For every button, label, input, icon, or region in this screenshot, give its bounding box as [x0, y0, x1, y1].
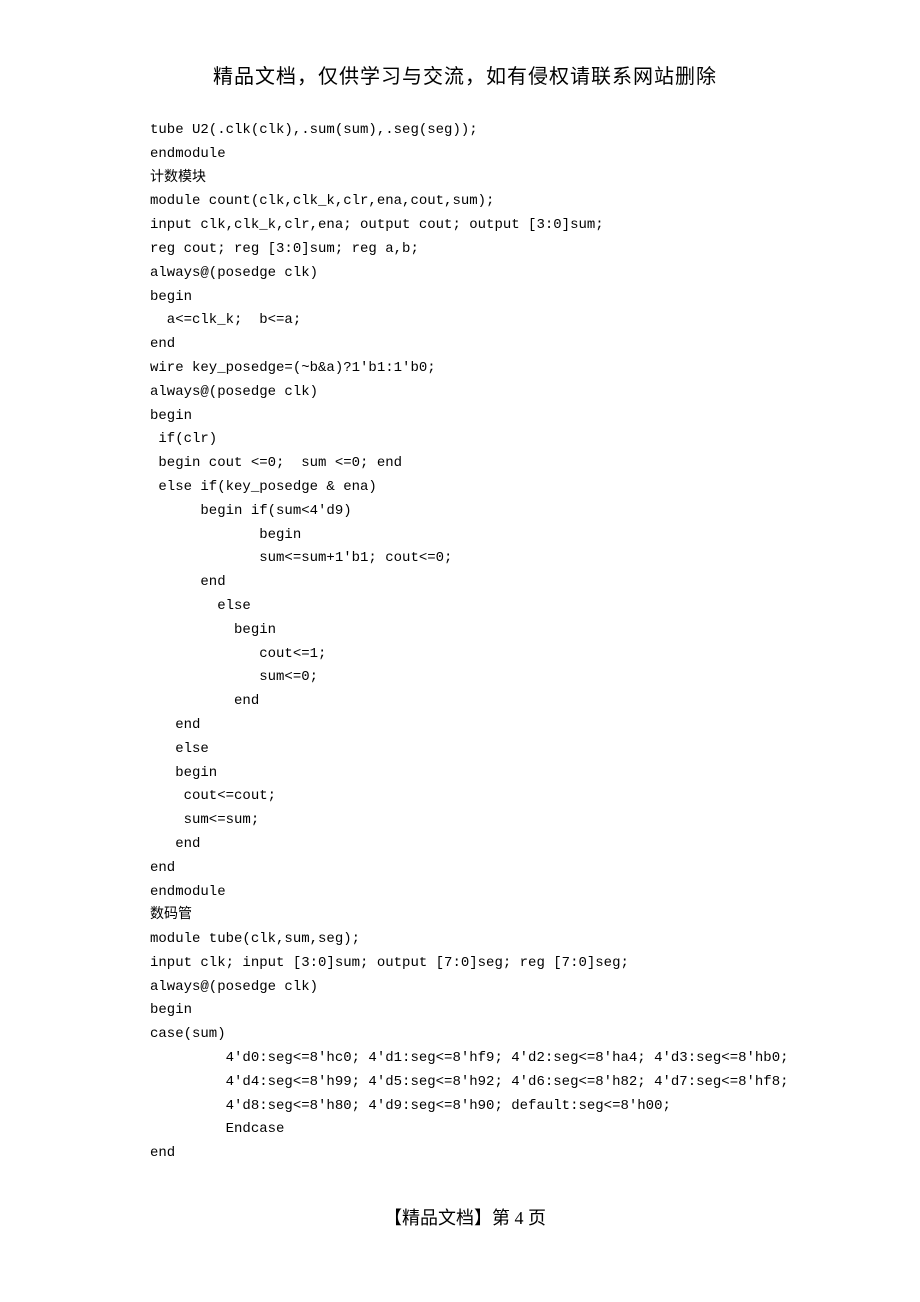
code-line: endmodule — [150, 146, 226, 162]
code-line: 4'd4:seg<=8'h99; 4'd5:seg<=8'h92; 4'd6:s… — [150, 1074, 789, 1090]
code-line: reg cout; reg [3:0]sum; reg a,b; — [150, 241, 419, 257]
code-line: sum<=sum; — [150, 812, 259, 828]
code-line: module tube(clk,sum,seg); — [150, 931, 360, 947]
code-content: tube U2(.clk(clk),.sum(sum),.seg(seg)); … — [150, 119, 780, 1166]
code-line: case(sum) — [150, 1026, 226, 1042]
code-line: else — [150, 741, 209, 757]
code-line: end — [150, 836, 200, 852]
code-line: end — [150, 693, 259, 709]
code-line: begin cout <=0; sum <=0; end — [150, 455, 402, 471]
code-line: always@(posedge clk) — [150, 979, 318, 995]
code-line: else if(key_posedge & ena) — [150, 479, 377, 495]
page-footer: 【精品文档】第 4 页 — [150, 1204, 780, 1230]
code-line: begin — [150, 289, 192, 305]
code-line: end — [150, 717, 200, 733]
code-line: cout<=cout; — [150, 788, 276, 804]
code-line: sum<=sum+1'b1; cout<=0; — [150, 550, 452, 566]
code-line: 计数模块 — [150, 170, 206, 186]
code-line: a<=clk_k; b<=a; — [150, 312, 301, 328]
code-line: end — [150, 860, 175, 876]
code-line: end — [150, 1145, 175, 1161]
code-line: else — [150, 598, 251, 614]
code-line: sum<=0; — [150, 669, 318, 685]
code-line: always@(posedge clk) — [150, 265, 318, 281]
code-line: 4'd0:seg<=8'hc0; 4'd1:seg<=8'hf9; 4'd2:s… — [150, 1050, 789, 1066]
code-line: input clk,clk_k,clr,ena; output cout; ou… — [150, 217, 604, 233]
code-line: wire key_posedge=(~b&a)?1'b1:1'b0; — [150, 360, 436, 376]
code-line: tube U2(.clk(clk),.sum(sum),.seg(seg)); — [150, 122, 478, 138]
code-line: begin — [150, 622, 276, 638]
code-line: begin if(sum<4'd9) — [150, 503, 352, 519]
code-line: endmodule — [150, 884, 226, 900]
code-line: begin — [150, 408, 192, 424]
code-line: Endcase — [150, 1121, 284, 1137]
code-line: end — [150, 336, 175, 352]
code-line: 4'd8:seg<=8'h80; 4'd9:seg<=8'h90; defaul… — [150, 1098, 671, 1114]
code-line: module count(clk,clk_k,clr,ena,cout,sum)… — [150, 193, 494, 209]
code-line: begin — [150, 1002, 192, 1018]
code-line: cout<=1; — [150, 646, 326, 662]
code-line: if(clr) — [150, 431, 217, 447]
document-page: 精品文档，仅供学习与交流，如有侵权请联系网站删除 tube U2(.clk(cl… — [0, 0, 920, 1270]
code-line: always@(posedge clk) — [150, 384, 318, 400]
code-line: begin — [150, 765, 217, 781]
code-line: end — [150, 574, 226, 590]
document-header: 精品文档，仅供学习与交流，如有侵权请联系网站删除 — [150, 60, 780, 89]
code-line: input clk; input [3:0]sum; output [7:0]s… — [150, 955, 629, 971]
code-line: 数码管 — [150, 907, 192, 923]
code-line: begin — [150, 527, 301, 543]
